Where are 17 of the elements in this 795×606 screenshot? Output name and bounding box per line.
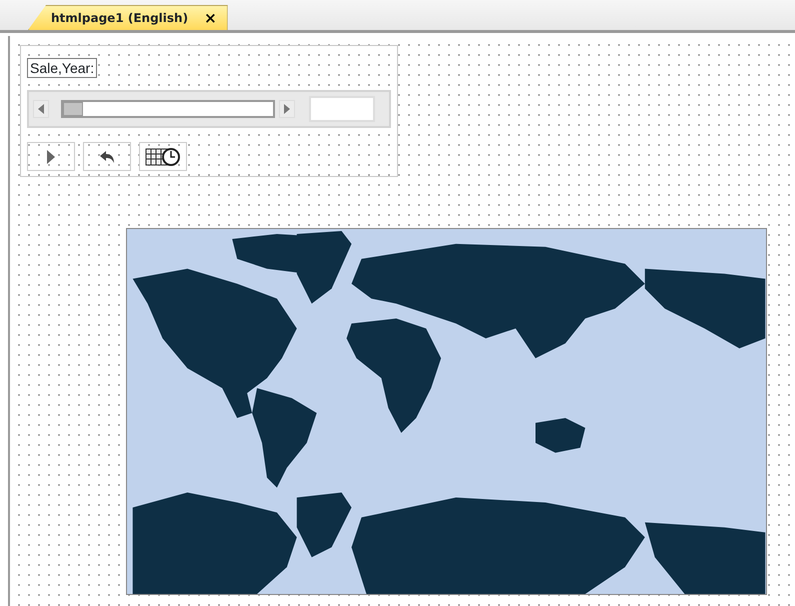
calendar-clock-button[interactable] [139, 142, 187, 171]
left-arrow-button[interactable] [33, 100, 49, 118]
label-field: Sale,Year: [27, 58, 98, 78]
play-icon [46, 148, 56, 164]
close-button[interactable]: × [204, 10, 217, 26]
calendar-clock-icon [145, 146, 181, 168]
undo-icon [99, 150, 115, 164]
tab-title: htmlpage1 (English) [51, 10, 188, 27]
play-button[interactable] [27, 142, 75, 171]
slider-track[interactable] [61, 100, 275, 118]
value-field[interactable] [309, 96, 375, 122]
left-arrow-icon [37, 103, 45, 115]
right-arrow-icon [283, 103, 291, 115]
document-tab[interactable]: htmlpage1 (English) × [28, 5, 228, 30]
undo-button[interactable] [83, 142, 131, 171]
right-arrow-button[interactable] [279, 100, 295, 118]
slider-thumb[interactable] [63, 102, 83, 116]
